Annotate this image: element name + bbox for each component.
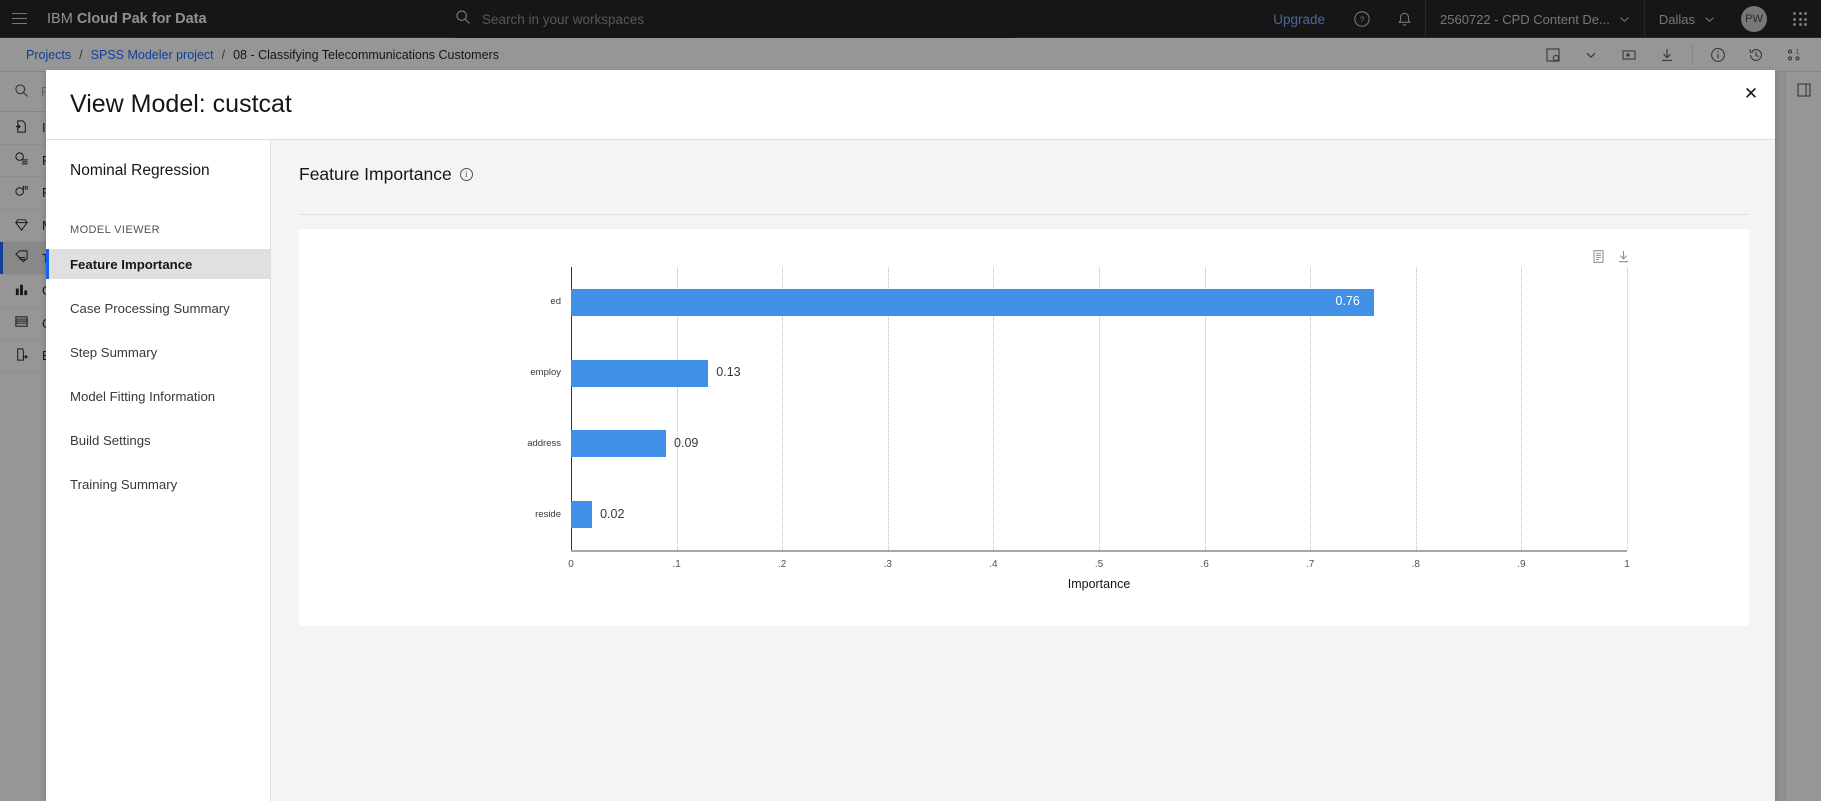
sidebar-item-step-summary[interactable]: Step Summary bbox=[46, 337, 270, 367]
x-tick-label: .9 bbox=[1517, 559, 1526, 570]
sidebar-item-label: Model Fitting Information bbox=[70, 388, 216, 404]
sidebar-item-case-processing-summary[interactable]: Case Processing Summary bbox=[46, 293, 270, 323]
x-tick-label: .7 bbox=[1306, 559, 1315, 570]
x-tick-label: .1 bbox=[672, 559, 681, 570]
sidebar-item-label: Step Summary bbox=[70, 344, 158, 360]
page-title: Feature Importance bbox=[299, 164, 452, 184]
x-tick-label: .5 bbox=[1094, 559, 1104, 570]
sidebar-item-training-summary[interactable]: Training Summary bbox=[46, 469, 270, 499]
bar-category-label: ed bbox=[550, 296, 561, 308]
feature-importance-chart-card: ed 0.76 employ 0.13 address 0.09 reside 0.02 0.… bbox=[299, 229, 1749, 626]
gridline bbox=[1415, 267, 1417, 550]
sidebar-item-model-fitting-information[interactable]: Model Fitting Information bbox=[46, 381, 270, 411]
bar-value-label: 0.13 bbox=[716, 365, 741, 380]
sidebar-item-label: Feature Importance bbox=[70, 256, 193, 272]
bar[interactable] bbox=[571, 288, 1374, 316]
model-viewer-section-label: MODEL VIEWER bbox=[70, 224, 160, 236]
sidebar-item-label: Build Settings bbox=[70, 432, 151, 448]
x-tick-label: .2 bbox=[778, 559, 787, 570]
modal-title: View Model: custcat bbox=[70, 90, 292, 118]
bar-category-label: employ bbox=[530, 367, 561, 379]
sidebar-item-label: Case Processing Summary bbox=[70, 300, 230, 316]
bar-category-label: reside bbox=[535, 508, 561, 520]
sidebar-item-feature-importance[interactable]: Feature Importance bbox=[46, 249, 270, 279]
info-icon[interactable]: i bbox=[459, 168, 473, 181]
x-axis-line bbox=[571, 550, 1627, 552]
x-tick-label: 0 bbox=[568, 559, 574, 570]
modal-body: Nominal Regression MODEL VIEWER Feature … bbox=[46, 140, 1775, 801]
section-title-row: Feature Importance i bbox=[299, 164, 1749, 185]
table-view-icon[interactable] bbox=[1591, 249, 1606, 269]
model-viewer-content: Feature Importance i ed 0.76 employ 0.13… bbox=[271, 140, 1775, 801]
bar[interactable] bbox=[571, 501, 593, 529]
download-icon[interactable] bbox=[1616, 249, 1631, 269]
bar-value-label: 0.02 bbox=[600, 506, 625, 521]
x-tick-label: .3 bbox=[883, 559, 892, 570]
x-tick-label: .8 bbox=[1411, 559, 1420, 570]
x-axis-title: Importance bbox=[1067, 577, 1131, 591]
x-tick-label: .6 bbox=[1200, 559, 1209, 570]
sidebar-item-label: Training Summary bbox=[70, 476, 178, 492]
gridline bbox=[1521, 267, 1523, 550]
close-icon[interactable]: ✕ bbox=[1727, 70, 1775, 118]
bar[interactable] bbox=[571, 359, 709, 387]
x-tick-label: .4 bbox=[989, 559, 998, 570]
feature-importance-plot: ed 0.76 employ 0.13 address 0.09 reside 0.02 0.… bbox=[527, 267, 1630, 591]
modal-header: View Model: custcat ✕ bbox=[46, 70, 1775, 140]
model-viewer-sidebar: Nominal Regression MODEL VIEWER Feature … bbox=[46, 140, 271, 801]
view-model-modal: View Model: custcat ✕ Nominal Regression… bbox=[46, 70, 1775, 801]
bar-category-label: address bbox=[527, 437, 561, 449]
section-divider bbox=[299, 214, 1749, 215]
bar-value-label: 0.09 bbox=[674, 435, 699, 450]
gridline bbox=[1627, 267, 1628, 550]
bar[interactable] bbox=[571, 430, 667, 458]
x-tick-label: 1 bbox=[1624, 559, 1630, 570]
model-type-heading: Nominal Regression bbox=[70, 162, 210, 179]
chart-toolbar bbox=[1591, 249, 1631, 269]
sidebar-item-build-settings[interactable]: Build Settings bbox=[46, 425, 270, 455]
bar-value-label: 0.76 bbox=[1335, 294, 1360, 309]
